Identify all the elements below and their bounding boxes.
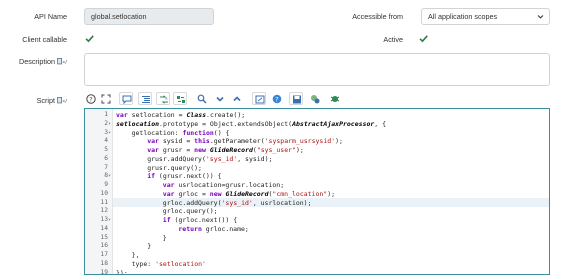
accessible-from-label: Accessible from [352, 12, 403, 21]
active-checkbox[interactable] [418, 33, 429, 44]
line-number: 6 [104, 154, 108, 162]
line-number: 8 [104, 172, 108, 180]
client-callable-label: Client callable [22, 35, 67, 44]
line-number: 1 [104, 111, 108, 118]
line-number: 2 [104, 119, 108, 127]
line-number: 4 [104, 137, 108, 145]
code-line[interactable]: var setlocation = Class.create(); [116, 111, 245, 119]
expand-icon[interactable] [230, 92, 244, 105]
line-number: 15 [100, 233, 108, 241]
script-label: Script </> [10, 96, 71, 106]
line-number: 12 [100, 207, 108, 215]
code-line[interactable]: }, [132, 251, 140, 259]
svg-text:?: ? [275, 96, 278, 103]
code-line[interactable]: grloc.addQuery('sys_id', usrlocation); [163, 199, 312, 207]
svg-text:a: a [165, 95, 168, 100]
script-editor[interactable]: 1 var setlocation = Class.create(); 2 ▾ setl… [84, 108, 550, 275]
api-name-field[interactable]: global.setlocation [84, 8, 214, 25]
line-number: 10 [100, 189, 108, 197]
chevron-down-icon [537, 13, 544, 22]
checkmark-icon [85, 35, 94, 43]
code-line[interactable]: } [163, 234, 167, 242]
code-line[interactable]: var usrlocation=grusr.location; [163, 181, 284, 189]
code-line[interactable]: var grusr = new GlideRecord("sys_user"); [147, 146, 304, 154]
api-name-label: API Name [34, 12, 67, 21]
code-line[interactable]: getlocation: function() { [132, 129, 230, 137]
line-number: 18 [100, 259, 108, 267]
code-line[interactable]: return grloc.name; [178, 225, 248, 233]
code-line[interactable]: grusr.query(); [147, 164, 202, 172]
line-number: 11 [100, 198, 108, 206]
code-line[interactable]: var sysid = this.getParameter('sysparm_u… [147, 137, 343, 145]
code-line[interactable]: grusr.addQuery('sys_id', sysid); [147, 155, 272, 163]
description-textarea[interactable] [84, 53, 550, 86]
script-label-text: Script [36, 96, 55, 105]
code-line[interactable]: setlocation.prototype = Object.extendsOb… [116, 120, 386, 128]
search-icon[interactable] [195, 92, 209, 105]
line-number: 9 [104, 181, 108, 188]
api-name-value: global.setlocation [91, 12, 147, 21]
replace-icon[interactable]: a [156, 92, 170, 105]
script-tree-icon[interactable] [252, 92, 266, 105]
line-number: 17 [100, 251, 108, 258]
fold-arrow-icon[interactable]: ▾ [108, 173, 112, 179]
code-line[interactable]: var grloc = new GlideRecord("cmn_locatio… [163, 190, 335, 198]
accessible-from-select[interactable]: All application scopes [421, 8, 550, 25]
replace-all-icon[interactable] [173, 92, 187, 105]
line-number: 14 [100, 224, 108, 232]
line-number: 13 [100, 216, 108, 223]
fullscreen-icon[interactable] [99, 92, 113, 105]
client-callable-checkbox[interactable] [84, 33, 95, 44]
svg-text:</>: </> [62, 59, 67, 64]
line-number: 7 [104, 163, 108, 171]
syntax-help-icon[interactable]: ? [270, 92, 284, 105]
code-line[interactable]: }); [116, 269, 128, 275]
comment-icon[interactable] [119, 92, 133, 105]
line-number: 3 [104, 128, 108, 136]
code-line[interactable]: } [147, 242, 151, 250]
code-line[interactable]: if (grusr.next()) { [147, 172, 221, 180]
description-label-text: Description [19, 57, 55, 66]
description-label: Description </> [10, 57, 70, 67]
format-icon[interactable] [138, 92, 152, 105]
save-icon[interactable] [289, 92, 303, 105]
collapse-icon[interactable] [213, 92, 227, 105]
script-editor-toggle-icon[interactable]: </> [57, 57, 70, 67]
svg-text:</>: </> [62, 98, 67, 103]
code-line[interactable]: if (grloc.next()) { [163, 216, 237, 224]
script-editor-toggle-icon[interactable]: </> [57, 96, 70, 106]
checkmark-icon [419, 35, 428, 43]
code-line[interactable]: type: 'setlocation' [132, 260, 206, 268]
fold-arrow-icon[interactable]: ▾ [108, 217, 112, 223]
fold-arrow-icon[interactable]: ▾ [108, 121, 112, 127]
code-line[interactable]: grloc.query(); [163, 207, 218, 215]
help-icon[interactable]: ? [84, 92, 98, 105]
line-number: 5 [104, 146, 108, 153]
toggle-syntax-icon[interactable] [308, 92, 322, 105]
debug-icon[interactable] [328, 92, 342, 105]
fold-arrow-icon[interactable]: ▾ [108, 130, 112, 136]
active-label: Active [383, 35, 403, 44]
accessible-from-value: All application scopes [428, 12, 498, 21]
line-number: 16 [100, 242, 108, 250]
line-number: 19 [100, 268, 108, 275]
svg-text:?: ? [89, 95, 92, 103]
